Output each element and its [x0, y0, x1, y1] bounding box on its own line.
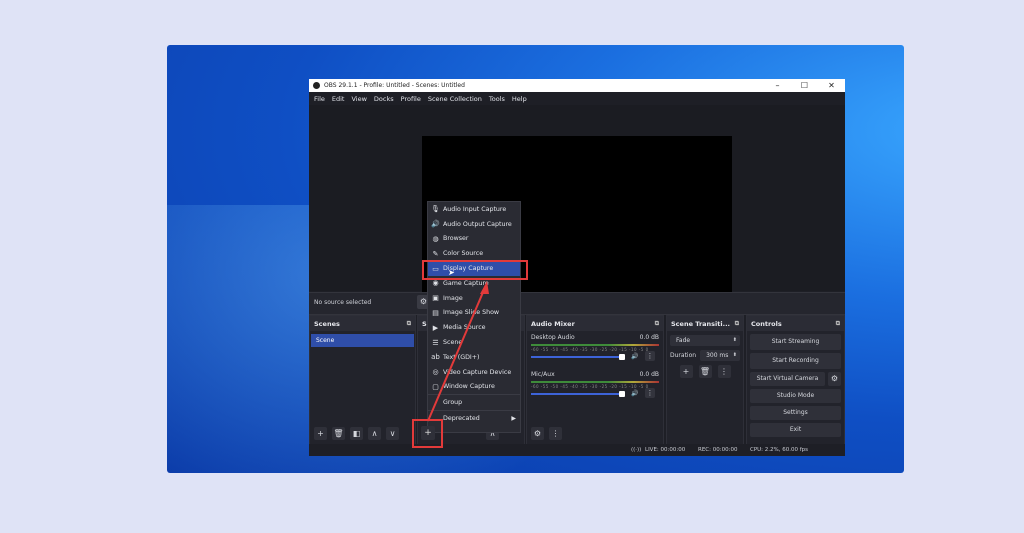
- annotation-arrow: [427, 281, 489, 422]
- mouse-cursor-icon: ➤: [448, 268, 455, 277]
